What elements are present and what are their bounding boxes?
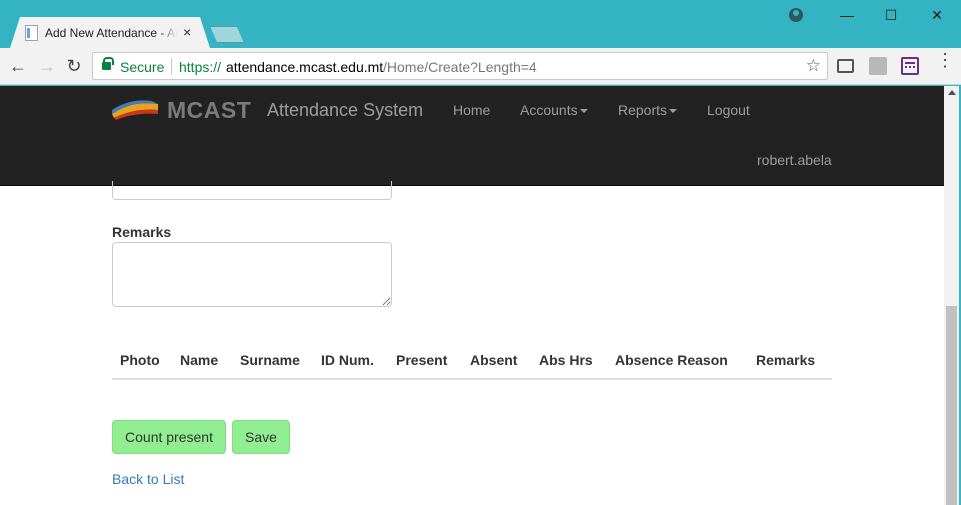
browser-titlebar: Add New Attendance - Attendance System ×… [0,0,961,48]
nav-logout[interactable]: Logout [707,102,750,118]
remarks-label: Remarks [112,224,172,240]
column-header-surname: Surname [240,352,300,368]
site-navbar: MCAST Attendance System Home Accounts Re… [0,86,944,186]
page-favicon-icon [25,25,38,41]
omnibox-divider [171,58,172,75]
nav-logout-label: Logout [707,102,750,118]
url-scheme: https:// [179,59,222,75]
previous-field-input[interactable] [112,181,392,200]
new-tab-button[interactable] [210,26,244,43]
back-to-list-link[interactable]: Back to List [112,471,184,487]
app-title[interactable]: Attendance System [267,100,423,121]
mcast-logo-icon[interactable] [112,98,160,120]
column-header-absent: Absent [470,352,518,368]
maximize-button[interactable]: ☐ [877,4,905,26]
user-account-link[interactable]: robert.abela [757,152,832,168]
remarks-textarea[interactable] [112,242,392,307]
back-button[interactable]: ← [7,55,29,77]
nav-home-label: Home [453,102,491,118]
forward-button[interactable]: → [36,55,58,77]
profile-icon[interactable] [789,8,803,22]
close-window-button[interactable]: ✕ [923,4,951,26]
url-host: attendance.mcast.edu.mt [226,59,384,75]
minimize-button[interactable]: — [833,4,861,26]
caret-down-icon [669,109,678,114]
column-header-id-num: ID Num. [321,352,374,368]
vertical-scrollbar[interactable] [944,86,959,505]
secure-label[interactable]: Secure [120,59,164,75]
reload-button[interactable]: ↻ [63,55,85,77]
address-bar[interactable]: Secure https:// attendance.mcast.edu.mt … [92,52,828,80]
column-header-name: Name [180,352,219,368]
pdf-extension-icon[interactable] [869,57,887,75]
column-header-remarks: Remarks [756,352,816,368]
column-header-abs-hrs: Abs Hrs [539,352,593,368]
brand-name[interactable]: MCAST [167,97,251,124]
column-header-photo: Photo [120,352,160,368]
tab-title[interactable]: Add New Attendance - Attendance System [45,26,177,40]
column-header-present: Present [396,352,448,368]
nav-reports[interactable]: Reports [618,102,678,118]
nav-accounts[interactable]: Accounts [520,102,588,118]
scroll-up-arrow-icon[interactable] [948,90,956,95]
nav-accounts-label: Accounts [520,102,578,118]
attendance-table-header: Photo Name Surname ID Num. Present Absen… [112,344,832,380]
url-path: /Home/Create?Length=4 [383,59,537,75]
count-present-button[interactable]: Count present [112,420,226,454]
browser-menu-icon[interactable]: ⋮ [936,51,954,69]
caret-down-icon [579,109,588,114]
nav-reports-label: Reports [618,102,668,118]
lock-icon [102,57,114,70]
cast-icon[interactable] [837,59,854,73]
page-viewport: MCAST Attendance System Home Accounts Re… [0,86,944,505]
column-header-absence-reason: Absence Reason [615,352,728,368]
save-button[interactable]: Save [232,420,290,454]
scrollbar-thumb[interactable] [946,306,957,505]
bookmark-star-icon[interactable]: ☆ [806,56,821,76]
nav-home[interactable]: Home [453,102,490,118]
close-tab-icon[interactable]: × [183,24,191,40]
browser-toolbar: ← → ↻ Secure https:// attendance.mcast.e… [0,48,961,85]
calendar-extension-icon[interactable] [901,57,919,75]
